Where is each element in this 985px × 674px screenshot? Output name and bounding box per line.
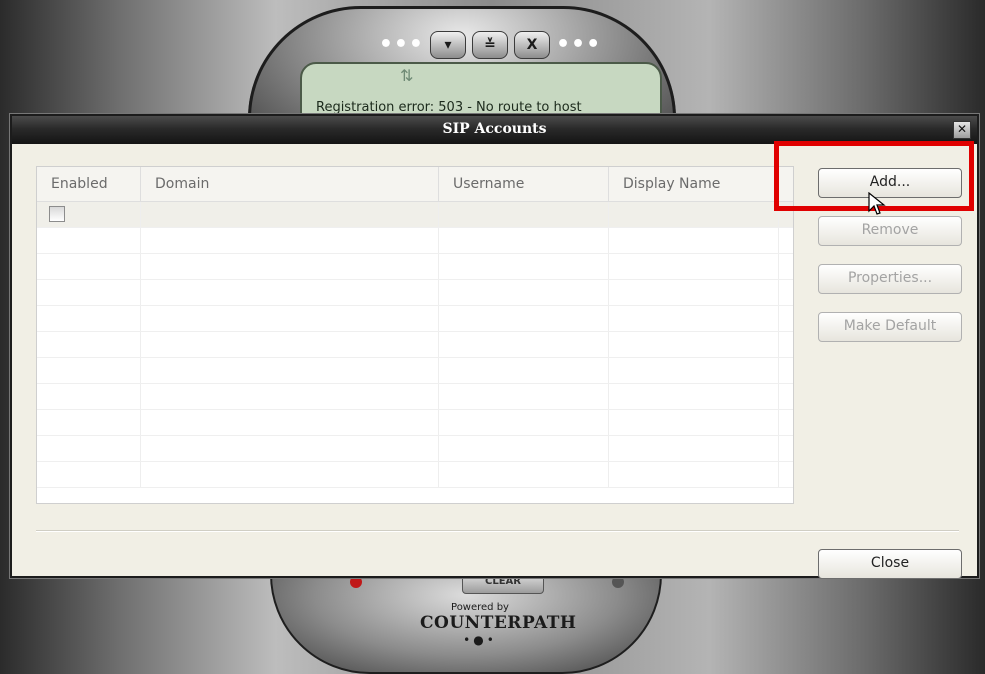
brand-dots-icon: •●• xyxy=(463,633,497,647)
empty-row xyxy=(37,410,793,436)
dialog-divider xyxy=(36,530,959,532)
powered-by-logo: Powered by COUNTERPATH •●• xyxy=(420,602,577,647)
enabled-checkbox[interactable] xyxy=(49,206,65,222)
dialog-close-icon[interactable]: ✕ xyxy=(953,121,971,139)
remove-button[interactable]: Remove xyxy=(818,216,962,246)
phone-window-controls: ••• ▾ ≚ X ••• xyxy=(370,30,610,60)
empty-row xyxy=(37,358,793,384)
empty-row xyxy=(37,332,793,358)
transfer-arrows-icon: ⇅ xyxy=(400,66,414,85)
close-button[interactable]: Close xyxy=(818,549,962,579)
column-username[interactable]: Username xyxy=(439,167,609,201)
empty-row xyxy=(37,280,793,306)
decorative-dots-right: ••• xyxy=(556,32,602,57)
empty-row xyxy=(37,436,793,462)
minimize-button[interactable]: ▾ xyxy=(430,31,466,59)
empty-row xyxy=(37,306,793,332)
column-domain[interactable]: Domain xyxy=(141,167,439,201)
counterpath-brand: COUNTERPATH xyxy=(420,613,577,633)
table-row[interactable] xyxy=(37,202,793,228)
make-default-button[interactable]: Make Default xyxy=(818,312,962,342)
powered-by-text: Powered by xyxy=(451,602,509,613)
empty-row xyxy=(37,384,793,410)
dialog-title: SIP Accounts xyxy=(442,121,547,137)
dialog-titlebar: SIP Accounts ✕ xyxy=(12,116,977,144)
properties-button[interactable]: Properties... xyxy=(818,264,962,294)
column-display-name[interactable]: Display Name xyxy=(609,167,779,201)
domain-cell xyxy=(141,202,439,227)
decorative-dots-left: ••• xyxy=(378,32,424,57)
table-header: Enabled Domain Username Display Name xyxy=(37,167,793,202)
empty-row xyxy=(37,462,793,488)
registration-status-text: Registration error: 503 - No route to ho… xyxy=(316,100,582,115)
mouse-cursor-icon xyxy=(868,192,886,215)
accounts-table[interactable]: Enabled Domain Username Display Name xyxy=(36,166,794,504)
empty-row xyxy=(37,228,793,254)
collapse-button[interactable]: ≚ xyxy=(472,31,508,59)
exit-button[interactable]: X xyxy=(514,31,550,59)
display-name-cell xyxy=(609,202,779,227)
empty-row xyxy=(37,254,793,280)
enabled-cell xyxy=(37,202,141,227)
username-cell xyxy=(439,202,609,227)
column-enabled[interactable]: Enabled xyxy=(37,167,141,201)
